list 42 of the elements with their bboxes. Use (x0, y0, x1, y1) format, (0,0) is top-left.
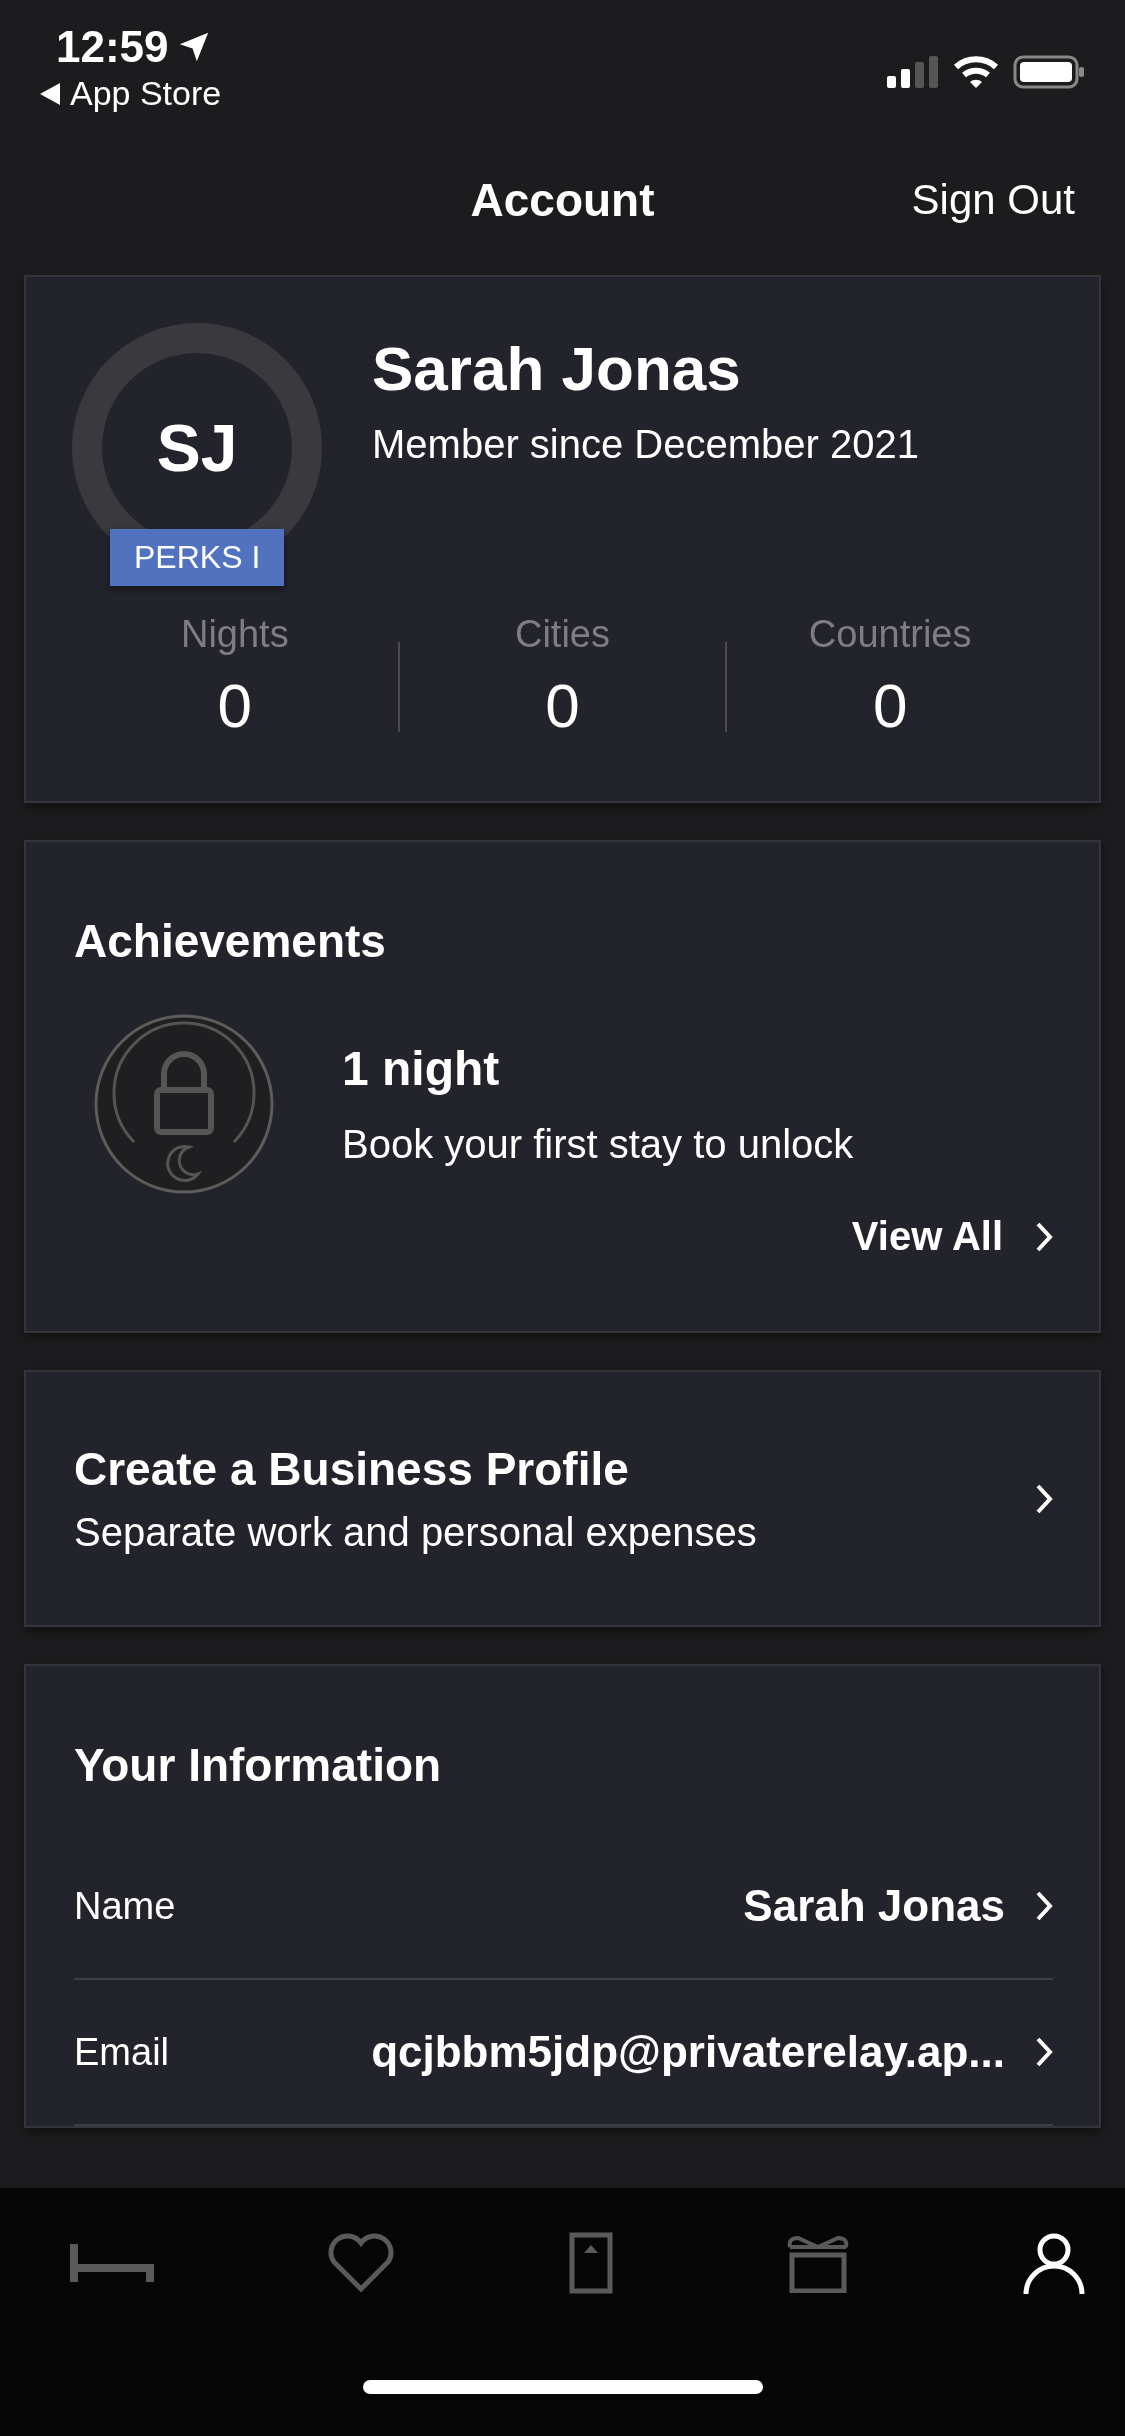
door-icon (568, 2232, 613, 2294)
stat-label: Nights (180, 613, 289, 656)
signal-icon (887, 56, 939, 88)
stat-label: Countries (808, 613, 972, 656)
page-title: Account (470, 173, 655, 227)
stat-value: 0 (217, 670, 253, 741)
business-profile-card[interactable]: Create a Business Profile Separate work and personal expenses (24, 1370, 1101, 1627)
bed-icon (70, 2244, 154, 2282)
info-label: Email (74, 2030, 170, 2074)
info-row[interactable]: Name Sarah Jonas (74, 1834, 1053, 1980)
stat-value: 0 (872, 670, 908, 741)
battery-icon (1013, 55, 1085, 89)
person-icon (1023, 2232, 1085, 2294)
business-profile-subtitle: Separate work and personal expenses (74, 1510, 757, 1555)
sign-out-button[interactable]: Sign Out (911, 176, 1075, 224)
gift-icon (785, 2233, 850, 2293)
profile-name: Sarah Jonas (372, 333, 742, 404)
stat-label: Cities (515, 613, 610, 656)
info-value: qcjbbm5jdp@privaterelay.ap... (370, 2027, 1005, 2077)
back-to-app-link[interactable]: App Store (40, 74, 222, 113)
view-all-button[interactable]: View All (851, 1214, 1053, 1259)
stat-value: 0 (545, 670, 580, 741)
wifi-icon (953, 55, 999, 89)
section-title: Achievements (74, 914, 387, 968)
heart-icon (327, 2233, 396, 2293)
avatar-initials: SJ (156, 410, 238, 486)
chevron-icon (1035, 1482, 1053, 1515)
info-label: Name (74, 1884, 176, 1928)
status-time: 12:59 (56, 22, 169, 72)
chevron-icon (1035, 1220, 1053, 1253)
tab-button[interactable] (1023, 2232, 1085, 2294)
info-value: Sarah Jonas (742, 1881, 1005, 1931)
business-profile-title: Create a Business Profile (74, 1442, 630, 1496)
tier-badge: PERKS I (110, 529, 285, 586)
chevron-icon (1035, 1890, 1053, 1922)
achievement-title: 1 night (342, 1041, 501, 1096)
achievement-description: Book your first stay to unlock (342, 1122, 854, 1167)
back-triangle-icon (40, 82, 60, 105)
chevron-icon (1035, 2036, 1053, 2068)
section-title: Your Information (74, 1738, 443, 1792)
member-since-text: Member since December 2021 (372, 422, 919, 467)
info-row[interactable]: Email qcjbbm5jdp@privaterelay.ap... (74, 1980, 1053, 2126)
